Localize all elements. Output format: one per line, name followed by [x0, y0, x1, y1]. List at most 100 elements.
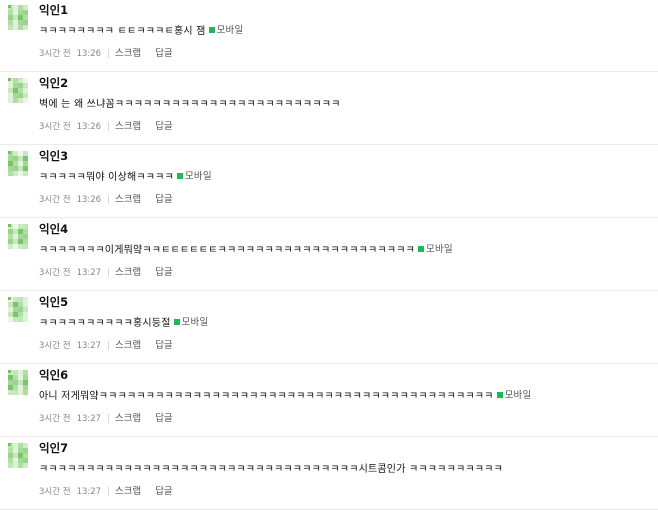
meta-divider: |	[107, 195, 110, 205]
reply-button[interactable]: 답글	[155, 410, 172, 424]
mobile-icon	[418, 246, 424, 252]
comment-text: ㅋㅋㅋㅋㅋㅋㅋ이게뭐얔ㅋㅋㅌㅌㅌㅌㅌㅌㅋㅋㅋㅋㅋㅋㅋㅋㅋㅋㅋㅋㅋㅋㅋㅋㅋㅋㅋㅋㅋ	[39, 245, 415, 256]
relative-time: 3시간 전	[39, 268, 71, 278]
meta-divider: |	[107, 414, 110, 424]
comment-meta: 3시간 전 13:26 | 스크랩 답글	[39, 118, 173, 132]
mobile-label: 모바일	[216, 25, 244, 36]
mobile-icon	[173, 319, 180, 325]
mobile-badge: 모바일	[176, 168, 212, 182]
scrap-button[interactable]: 스크랩	[115, 118, 141, 132]
online-dot-icon	[8, 151, 11, 154]
online-dot-icon	[8, 370, 11, 373]
scrap-button[interactable]: 스크랩	[115, 337, 141, 351]
comment-text: ㅋㅋㅋㅋㅋ뭐야 이상해ㅋㅋㅋㅋ	[39, 172, 174, 183]
timestamp: 13:27	[76, 268, 102, 278]
meta-divider: |	[107, 268, 110, 278]
relative-time: 3시간 전	[39, 341, 71, 351]
relative-time: 3시간 전	[39, 414, 71, 424]
timestamp: 13:26	[76, 49, 102, 59]
comment-meta: 3시간 전 13:26 | 스크랩 답글	[39, 191, 173, 205]
timestamp: 13:26	[76, 122, 102, 132]
comment-list: 익인1 ㅋㅋㅋㅋㅋㅋㅋㅋ ㅌㅌㅋㅋㅋㅌ홍시 잼 모바일 3시간 전 13:26 | 스크랩 답…	[0, 0, 658, 510]
relative-time: 3시간 전	[39, 487, 71, 497]
scrap-button[interactable]: 스크랩	[115, 410, 141, 424]
timestamp: 13:27	[76, 414, 102, 424]
meta-divider: |	[107, 487, 110, 497]
avatar[interactable]	[8, 370, 28, 395]
relative-time: 3시간 전	[39, 195, 71, 205]
comment-body: ㅋㅋㅋㅋㅋㅋㅋㅋ ㅌㅌㅋㅋㅋㅌ홍시 잼 모바일	[39, 22, 243, 37]
online-dot-icon	[8, 78, 11, 81]
avatar[interactable]	[8, 297, 28, 322]
comment-meta: 3시간 전 13:27 | 스크랩 답글	[39, 337, 173, 351]
timestamp: 13:27	[76, 487, 102, 497]
reply-button[interactable]: 답글	[155, 118, 172, 132]
comment-author[interactable]: 익인4	[39, 221, 68, 237]
comment-item: 익인1 ㅋㅋㅋㅋㅋㅋㅋㅋ ㅌㅌㅋㅋㅋㅌ홍시 잼 모바일 3시간 전 13:26 | 스크랩 답…	[0, 0, 658, 72]
comment-meta: 3시간 전 13:27 | 스크랩 답글	[39, 410, 173, 424]
reply-button[interactable]: 답글	[155, 483, 172, 497]
avatar[interactable]	[8, 5, 28, 30]
mobile-badge: 모바일	[496, 387, 532, 401]
online-dot-icon	[8, 5, 11, 8]
comment-body: ㅋㅋㅋㅋㅋㅋㅋㅋㅋㅋㅋㅋㅋㅋㅋㅋㅋㅋㅋㅋㅋㅋㅋㅋㅋㅋㅋㅋㅋㅋㅋㅋㅋㅋ시트콤인가 …	[39, 460, 503, 475]
avatar[interactable]	[8, 78, 28, 103]
meta-divider: |	[107, 341, 110, 351]
mobile-icon	[496, 392, 503, 398]
mobile-label: 모바일	[426, 244, 453, 255]
comment-text: 아니 저게뭐얔ㅋㅋㅋㅋㅋㅋㅋㅋㅋㅋㅋㅋㅋㅋㅋㅋㅋㅋㅋㅋㅋㅋㅋㅋㅋㅋㅋㅋㅋㅋㅋㅋㅋ…	[39, 391, 494, 402]
comment-text: ㅋㅋㅋㅋㅋㅋㅋㅋㅋㅋ홍시등절	[39, 318, 171, 329]
avatar[interactable]	[8, 224, 28, 249]
scrap-button[interactable]: 스크랩	[115, 483, 141, 497]
mobile-label: 모바일	[181, 317, 209, 328]
comment-author[interactable]: 익인2	[39, 75, 68, 91]
reply-button[interactable]: 답글	[155, 264, 172, 278]
mobile-badge: 모바일	[173, 314, 209, 328]
comment-body: 벽에 는 왜 쓰냐꼼ㅋㅋㅋㅋㅋㅋㅋㅋㅋㅋㅋㅋㅋㅋㅋㅋㅋㅋㅋㅋㅋㅋㅋㅋ	[39, 95, 341, 110]
comment-text: ㅋㅋㅋㅋㅋㅋㅋㅋㅋㅋㅋㅋㅋㅋㅋㅋㅋㅋㅋㅋㅋㅋㅋㅋㅋㅋㅋㅋㅋㅋㅋㅋㅋㅋ시트콤인가 …	[39, 464, 503, 475]
meta-divider: |	[107, 49, 110, 59]
mobile-icon	[208, 27, 215, 33]
comment-body: ㅋㅋㅋㅋㅋㅋㅋㅋㅋㅋ홍시등절 모바일	[39, 314, 208, 329]
mobile-label: 모바일	[184, 171, 212, 182]
online-dot-icon	[8, 297, 11, 300]
scrap-button[interactable]: 스크랩	[115, 264, 141, 278]
mobile-badge: 모바일	[418, 241, 453, 255]
comment-item: 익인2 벽에 는 왜 쓰냐꼼ㅋㅋㅋㅋㅋㅋㅋㅋㅋㅋㅋㅋㅋㅋㅋㅋㅋㅋㅋㅋㅋㅋㅋㅋ 3시간…	[0, 73, 658, 145]
avatar[interactable]	[8, 151, 28, 176]
comment-item: 익인3 ㅋㅋㅋㅋㅋ뭐야 이상해ㅋㅋㅋㅋ 모바일 3시간 전 13:26 | 스크랩 답글	[0, 146, 658, 218]
online-dot-icon	[8, 443, 11, 446]
timestamp: 13:27	[76, 341, 102, 351]
reply-button[interactable]: 답글	[155, 337, 172, 351]
comment-meta: 3시간 전 13:27 | 스크랩 답글	[39, 483, 173, 497]
comment-text: ㅋㅋㅋㅋㅋㅋㅋㅋ ㅌㅌㅋㅋㅋㅌ홍시 잼	[39, 26, 206, 37]
reply-button[interactable]: 답글	[155, 45, 172, 59]
comment-text: 벽에 는 왜 쓰냐꼼ㅋㅋㅋㅋㅋㅋㅋㅋㅋㅋㅋㅋㅋㅋㅋㅋㅋㅋㅋㅋㅋㅋㅋㅋ	[39, 99, 341, 110]
timestamp: 13:26	[76, 195, 102, 205]
comment-body: 아니 저게뭐얔ㅋㅋㅋㅋㅋㅋㅋㅋㅋㅋㅋㅋㅋㅋㅋㅋㅋㅋㅋㅋㅋㅋㅋㅋㅋㅋㅋㅋㅋㅋㅋㅋㅋ…	[39, 387, 531, 402]
comment-meta: 3시간 전 13:27 | 스크랩 답글	[39, 264, 173, 278]
meta-divider: |	[107, 122, 110, 132]
mobile-icon	[176, 173, 183, 179]
scrap-button[interactable]: 스크랩	[115, 45, 141, 59]
comment-author[interactable]: 익인3	[39, 148, 68, 164]
comment-author[interactable]: 익인5	[39, 294, 68, 310]
comment-item: 익인5 ㅋㅋㅋㅋㅋㅋㅋㅋㅋㅋ홍시등절 모바일 3시간 전 13:27 | 스크랩 답글	[0, 292, 658, 364]
scrap-button[interactable]: 스크랩	[115, 191, 141, 205]
reply-button[interactable]: 답글	[155, 191, 172, 205]
comment-body: ㅋㅋㅋㅋㅋㅋㅋ이게뭐얔ㅋㅋㅌㅌㅌㅌㅌㅌㅋㅋㅋㅋㅋㅋㅋㅋㅋㅋㅋㅋㅋㅋㅋㅋㅋㅋㅋㅋㅋ…	[39, 241, 453, 256]
comment-item: 익인6 아니 저게뭐얔ㅋㅋㅋㅋㅋㅋㅋㅋㅋㅋㅋㅋㅋㅋㅋㅋㅋㅋㅋㅋㅋㅋㅋㅋㅋㅋㅋㅋㅋㅋ…	[0, 365, 658, 437]
comment-meta: 3시간 전 13:26 | 스크랩 답글	[39, 45, 173, 59]
comment-author[interactable]: 익인1	[39, 2, 68, 18]
comment-body: ㅋㅋㅋㅋㅋ뭐야 이상해ㅋㅋㅋㅋ 모바일	[39, 168, 212, 183]
mobile-badge: 모바일	[208, 22, 244, 36]
comment-item: 익인4 ㅋㅋㅋㅋㅋㅋㅋ이게뭐얔ㅋㅋㅌㅌㅌㅌㅌㅌㅋㅋㅋㅋㅋㅋㅋㅋㅋㅋㅋㅋㅋㅋㅋㅋㅋㅋ…	[0, 219, 658, 291]
relative-time: 3시간 전	[39, 122, 71, 132]
online-dot-icon	[8, 224, 11, 227]
comment-author[interactable]: 익인7	[39, 440, 68, 456]
relative-time: 3시간 전	[39, 49, 71, 59]
mobile-label: 모바일	[504, 390, 532, 401]
comment-author[interactable]: 익인6	[39, 367, 68, 383]
avatar[interactable]	[8, 443, 28, 468]
comment-item: 익인7 ㅋㅋㅋㅋㅋㅋㅋㅋㅋㅋㅋㅋㅋㅋㅋㅋㅋㅋㅋㅋㅋㅋㅋㅋㅋㅋㅋㅋㅋㅋㅋㅋㅋㅋ시트콤…	[0, 438, 658, 510]
